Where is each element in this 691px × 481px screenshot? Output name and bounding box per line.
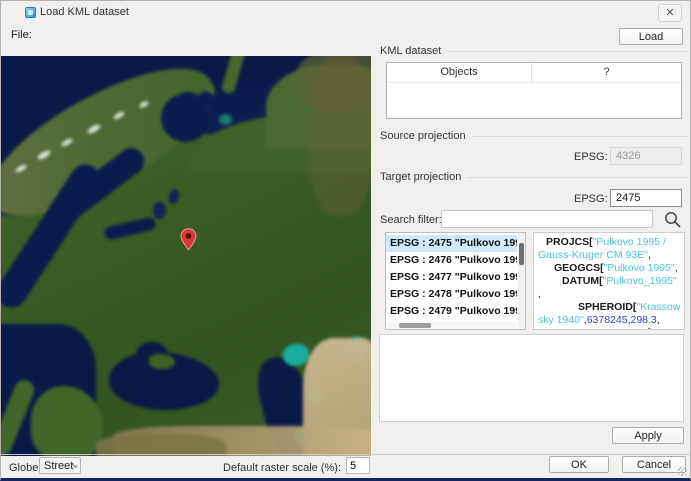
target-epsg-label: EPSG: <box>574 193 606 205</box>
titlebar: Load KML dataset ✕ <box>1 1 690 23</box>
column-header-question[interactable]: ? <box>532 63 681 82</box>
file-label: File: <box>11 29 32 41</box>
search-icon[interactable] <box>661 210 683 229</box>
raster-scale-label: Default raster scale (%): <box>141 462 341 474</box>
wkt-definition-panel[interactable]: PROJCS["Pulkovo 1995 /Gauss-Kruger CM 93… <box>533 232 685 330</box>
source-projection-section-label: Source projection <box>380 130 689 142</box>
globe-select[interactable]: Street <box>39 457 81 474</box>
load-button[interactable]: Load <box>619 28 683 45</box>
list-item[interactable]: EPSG : 2478 "Pulkovo 1995 <box>386 286 517 303</box>
source-epsg-field <box>610 147 682 165</box>
target-epsg-field[interactable] <box>610 189 682 207</box>
globe-label: Globe: <box>9 462 41 474</box>
list-item[interactable]: EPSG : 2476 "Pulkovo 1995 <box>386 252 517 269</box>
kml-table-header: Objects ? <box>387 63 681 83</box>
list-item[interactable]: EPSG : 2475 "Pulkovo 1995 <box>386 235 517 252</box>
kml-dataset-section-label: KML dataset <box>380 45 689 57</box>
search-filter-label: Search filter: <box>380 214 442 226</box>
kml-dataset-table[interactable]: Objects ? <box>386 62 682 119</box>
epsg-list[interactable]: EPSG : 2475 "Pulkovo 1995EPSG : 2476 "Pu… <box>385 232 526 330</box>
close-button[interactable]: ✕ <box>658 4 682 22</box>
horizontal-scrollbar[interactable] <box>386 322 517 329</box>
wkt-panel-text: PROJCS["Pulkovo 1995 /Gauss-Kruger CM 93… <box>538 236 680 330</box>
app-icon <box>25 7 36 18</box>
map-pin-icon[interactable] <box>180 228 197 251</box>
window-title: Load KML dataset <box>40 6 129 18</box>
apply-button[interactable]: Apply <box>612 427 684 444</box>
target-projection-section-label: Target projection <box>380 171 689 183</box>
map-view[interactable] <box>1 56 371 456</box>
epsg-list-items: EPSG : 2475 "Pulkovo 1995EPSG : 2476 "Pu… <box>386 235 517 320</box>
cancel-button[interactable]: Cancel <box>622 456 686 473</box>
vertical-scrollbar[interactable] <box>518 233 525 329</box>
horizontal-scrollbar-thumb[interactable] <box>399 323 431 328</box>
load-kml-dialog: Load KML dataset ✕ File: Load KML datase… <box>0 0 691 481</box>
resize-grip[interactable] <box>678 467 687 476</box>
search-input[interactable] <box>441 210 653 228</box>
list-item[interactable]: EPSG : 2477 "Pulkovo 1995 <box>386 269 517 286</box>
list-item[interactable]: EPSG : 2479 "Pulkovo 1995 <box>386 303 517 320</box>
raster-scale-input[interactable] <box>346 457 370 474</box>
projection-result-box[interactable] <box>379 334 684 422</box>
map-satellite-layer <box>1 56 371 456</box>
globe-select-value: Street <box>44 460 73 472</box>
vertical-scrollbar-thumb[interactable] <box>519 243 524 265</box>
source-epsg-label: EPSG: <box>574 151 606 163</box>
footer-divider <box>1 454 690 455</box>
ok-button[interactable]: OK <box>549 456 609 473</box>
column-header-objects[interactable]: Objects <box>387 63 532 82</box>
